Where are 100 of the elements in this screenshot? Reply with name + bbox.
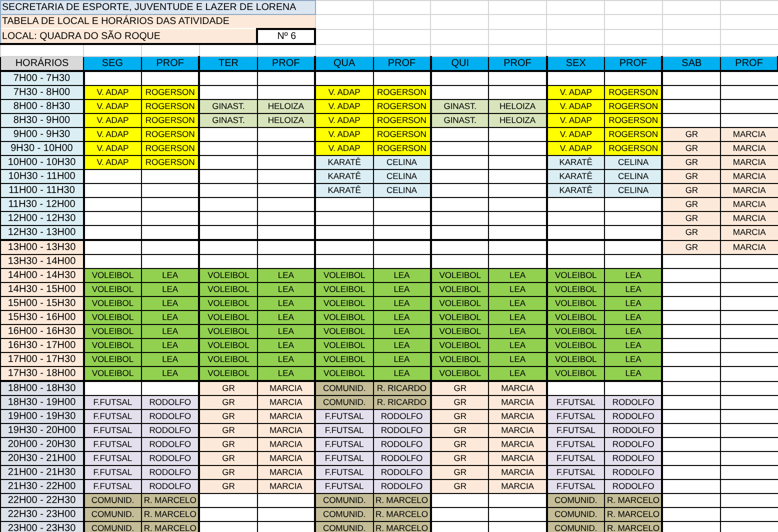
teacher-cell: R. MARCELO xyxy=(141,494,200,508)
activity-cell: VOLEIBOL xyxy=(84,324,142,338)
time-cell: 16H00 - 16H30 xyxy=(0,324,84,338)
activity-cell: F.FUTSAL xyxy=(84,480,142,494)
teacher-cell: LEA xyxy=(373,282,431,296)
teacher-cell: RODOLFO xyxy=(604,396,662,410)
teacher-cell: RODOLFO xyxy=(373,466,431,480)
activity-cell: GR xyxy=(199,466,258,480)
activity-cell: V. ADAP xyxy=(546,128,605,142)
activity-cell: VOLEIBOL xyxy=(315,310,374,324)
teacher-cell: MARCIA xyxy=(720,128,778,142)
time-cell: 13H30 - 14H00 xyxy=(0,254,84,268)
activity-cell: COMUNID. xyxy=(315,381,374,396)
teacher-cell: RODOLFO xyxy=(141,438,200,452)
teacher-cell: RODOLFO xyxy=(373,452,431,466)
column-header: PROF xyxy=(141,56,200,71)
activity-cell: VOLEIBOL xyxy=(199,282,258,296)
teacher-cell: CELINA xyxy=(373,170,431,184)
time-cell: 10H30 - 11H00 xyxy=(0,170,84,184)
activity-cell: GINAST. xyxy=(430,100,489,114)
activity-cell: GR xyxy=(662,226,720,240)
activity-cell: VOLEIBOL xyxy=(546,310,605,324)
teacher-cell: R. MARCELO xyxy=(604,508,662,522)
teacher-cell: ROGERSON xyxy=(604,114,662,128)
teacher-cell: LEA xyxy=(257,310,316,324)
teacher-cell: RODOLFO xyxy=(141,466,200,480)
teacher-cell: R. MARCELO xyxy=(373,494,431,508)
column-header: QUA xyxy=(315,56,374,71)
activity-cell: V. ADAP xyxy=(315,100,374,114)
teacher-cell: LEA xyxy=(141,296,200,310)
activity-cell: V. ADAP xyxy=(315,128,374,142)
column-header: PROF xyxy=(373,56,431,71)
sheet-number: Nº 6 xyxy=(257,29,316,44)
teacher-cell: LEA xyxy=(141,324,200,338)
activity-cell: GR xyxy=(199,452,258,466)
activity-cell: V. ADAP xyxy=(84,114,142,128)
teacher-cell: LEA xyxy=(373,296,431,310)
teacher-cell: R. RICARDO xyxy=(373,396,431,410)
teacher-cell: LEA xyxy=(373,324,431,338)
activity-cell: GINAST. xyxy=(199,100,258,114)
teacher-cell: ROGERSON xyxy=(141,114,200,128)
time-cell: 19H00 - 19H30 xyxy=(0,410,84,424)
activity-cell: COMUNID. xyxy=(546,508,605,522)
teacher-cell: ROGERSON xyxy=(373,142,431,156)
activity-cell: V. ADAP xyxy=(84,128,142,142)
teacher-cell: R. MARCELO xyxy=(604,494,662,508)
activity-cell: GR xyxy=(430,480,489,494)
teacher-cell: MARCIA xyxy=(720,170,778,184)
time-cell: 20H30 - 21H00 xyxy=(0,452,84,466)
time-cell: 10H00 - 10H30 xyxy=(0,156,84,170)
activity-cell: VOLEIBOL xyxy=(84,296,142,310)
teacher-cell: MARCIA xyxy=(488,452,547,466)
time-cell: 8H00 - 8H30 xyxy=(0,100,84,114)
teacher-cell: MARCIA xyxy=(720,240,778,254)
column-header: SAB xyxy=(662,56,720,71)
activity-cell: V. ADAP xyxy=(546,142,605,156)
teacher-cell: CELINA xyxy=(604,170,662,184)
time-cell: 14H30 - 15H00 xyxy=(0,282,84,296)
activity-cell: GR xyxy=(662,212,720,226)
teacher-cell: LEA xyxy=(488,310,547,324)
activity-cell: VOLEIBOL xyxy=(430,324,489,338)
teacher-cell: RODOLFO xyxy=(141,452,200,466)
activity-cell: VOLEIBOL xyxy=(546,352,605,366)
teacher-cell: LEA xyxy=(373,268,431,282)
activity-cell: V. ADAP xyxy=(315,86,374,100)
teacher-cell: MARCIA xyxy=(257,396,316,410)
activity-cell: GR xyxy=(662,184,720,198)
activity-cell: V. ADAP xyxy=(546,100,605,114)
teacher-cell: MARCIA xyxy=(257,452,316,466)
teacher-cell: ROGERSON xyxy=(141,142,200,156)
activity-cell: GINAST. xyxy=(430,114,489,128)
teacher-cell: MARCIA xyxy=(488,424,547,438)
teacher-cell: LEA xyxy=(604,338,662,352)
activity-cell: F.FUTSAL xyxy=(315,410,374,424)
activity-cell: GR xyxy=(430,424,489,438)
time-cell: 18H30 - 19H00 xyxy=(0,396,84,410)
activity-cell: VOLEIBOL xyxy=(315,268,374,282)
activity-cell: COMUNID. xyxy=(84,508,142,522)
teacher-cell: ROGERSON xyxy=(604,100,662,114)
activity-cell: V. ADAP xyxy=(84,156,142,170)
time-cell: 21H30 - 22H00 xyxy=(0,480,84,494)
teacher-cell: LEA xyxy=(141,268,200,282)
teacher-cell: ROGERSON xyxy=(373,100,431,114)
teacher-cell: R. MARCELO xyxy=(141,508,200,522)
teacher-cell: ROGERSON xyxy=(141,156,200,170)
activity-cell: GR xyxy=(662,170,720,184)
activity-cell: F.FUTSAL xyxy=(546,480,605,494)
activity-cell: COMUNID. xyxy=(546,494,605,508)
teacher-cell: ROGERSON xyxy=(604,128,662,142)
activity-cell: GINAST. xyxy=(199,114,258,128)
activity-cell: GR xyxy=(662,198,720,212)
teacher-cell: LEA xyxy=(488,296,547,310)
activity-cell: V. ADAP xyxy=(84,142,142,156)
teacher-cell: RODOLFO xyxy=(373,438,431,452)
teacher-cell: LEA xyxy=(141,352,200,366)
teacher-cell: MARCIA xyxy=(488,381,547,396)
teacher-cell: HELOIZA xyxy=(488,100,547,114)
activity-cell: VOLEIBOL xyxy=(84,310,142,324)
activity-cell: F.FUTSAL xyxy=(546,466,605,480)
activity-cell: VOLEIBOL xyxy=(315,324,374,338)
